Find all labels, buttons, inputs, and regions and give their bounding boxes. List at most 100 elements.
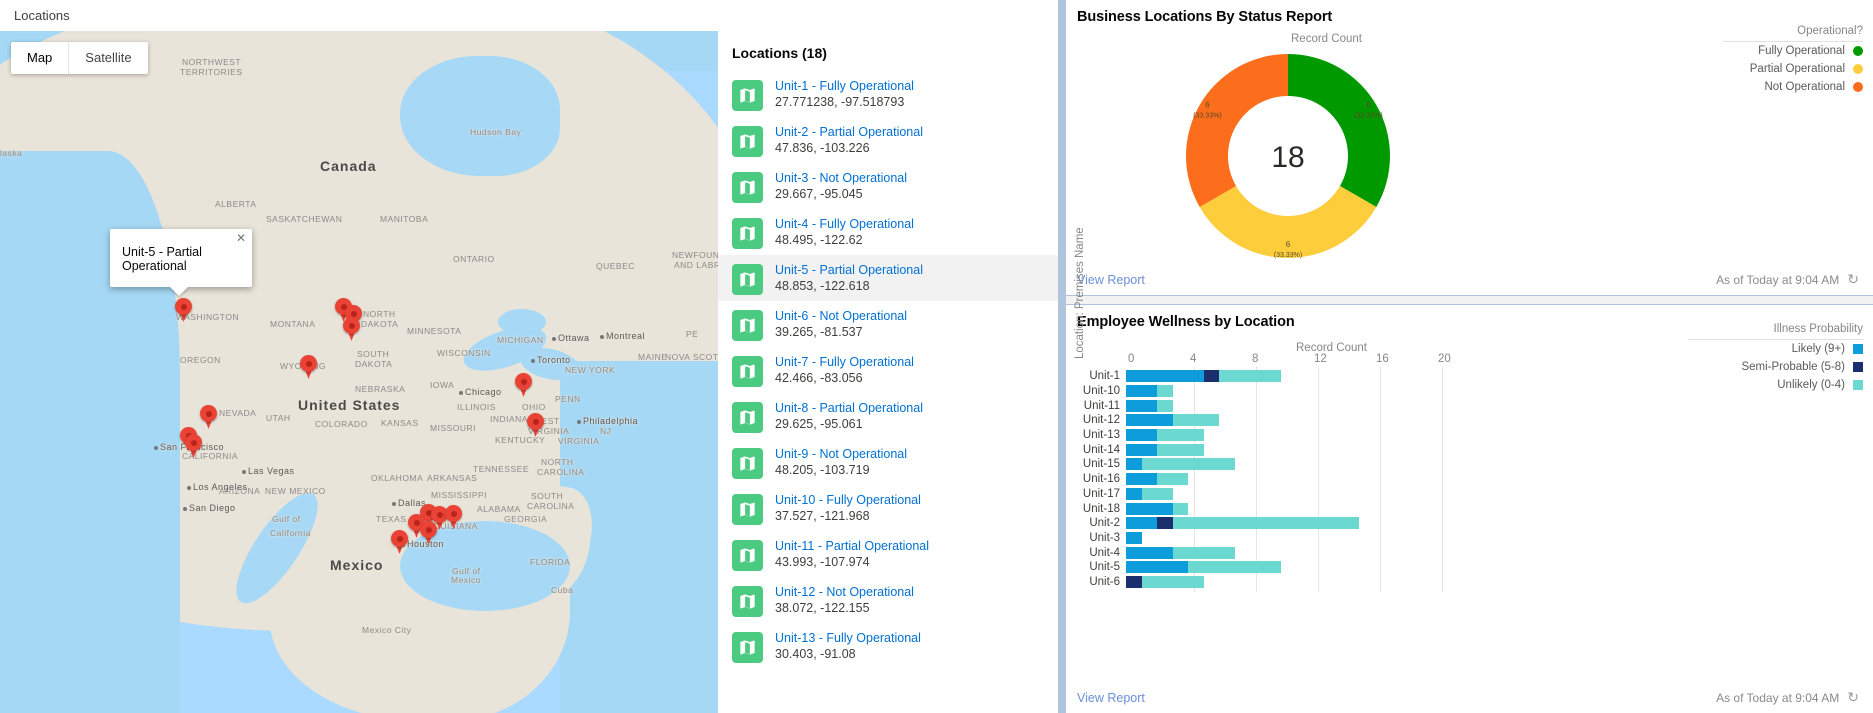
bar-row[interactable]: Unit-12 [1066, 413, 1873, 428]
bars-legend[interactable]: Illness Probability Likely (9+) Semi-Prob… [1688, 323, 1863, 394]
bar-segment[interactable] [1157, 399, 1173, 412]
bar-row[interactable]: Unit-2 [1066, 516, 1873, 531]
bar-segment[interactable] [1157, 517, 1173, 530]
location-list-item[interactable]: Unit-9 - Not Operational 48.205, -103.719 [718, 439, 1058, 485]
donut-legend-item[interactable]: Partial Operational [1723, 60, 1863, 78]
bar-segment[interactable] [1172, 546, 1235, 559]
bars-rows[interactable]: Unit-1 Unit-10 Unit-11 Unit-12 Unit-13 Unit-1… [1066, 369, 1873, 589]
bar-segment[interactable] [1126, 502, 1173, 515]
bar-segment[interactable] [1141, 458, 1235, 471]
status-donut-chart[interactable]: 6 (33.33%) 6 (33.33%) 6 (33.33%) 18 [1158, 48, 1418, 278]
bar-segment[interactable] [1126, 414, 1173, 427]
location-name-link[interactable]: Unit-2 - Partial Operational [775, 124, 923, 140]
bar-row[interactable]: Unit-18 [1066, 501, 1873, 516]
bar-row[interactable]: Unit-14 [1066, 442, 1873, 457]
view-report-link-status[interactable]: View Report [1077, 273, 1145, 287]
bar-segment[interactable] [1126, 429, 1157, 442]
refresh-icon[interactable]: ↻ [1847, 271, 1859, 288]
location-list-item[interactable]: Unit-1 - Fully Operational 27.771238, -97… [718, 71, 1058, 117]
location-list-item[interactable]: Unit-7 - Fully Operational 42.466, -83.05… [718, 347, 1058, 393]
location-list-item[interactable]: Unit-11 - Partial Operational 43.993, -10… [718, 531, 1058, 577]
close-icon[interactable]: ✕ [235, 232, 247, 244]
bar-segment[interactable] [1126, 546, 1173, 559]
location-list-item[interactable]: Unit-12 - Not Operational 38.072, -122.15… [718, 577, 1058, 623]
map-info-window[interactable]: ✕ Unit-5 - Partial Operational [110, 229, 252, 296]
map-marker-pin[interactable] [391, 530, 408, 554]
donut-legend-item[interactable]: Not Operational [1723, 78, 1863, 96]
bar-row[interactable]: Unit-6 [1066, 575, 1873, 590]
bar-segment[interactable] [1126, 531, 1142, 544]
map-marker-pin[interactable] [300, 355, 317, 379]
location-list-item[interactable]: Unit-5 - Partial Operational 48.853, -122… [718, 255, 1058, 301]
locations-list[interactable]: Locations (18) Unit-1 - Fully Operationa… [718, 31, 1058, 713]
donut-slice[interactable] [1186, 54, 1288, 207]
map-marker-pin[interactable] [175, 298, 192, 322]
location-name-link[interactable]: Unit-5 - Partial Operational [775, 262, 923, 278]
donut-legend-item[interactable]: Fully Operational [1723, 42, 1863, 60]
location-name-link[interactable]: Unit-7 - Fully Operational [775, 354, 914, 370]
bar-segment[interactable] [1157, 429, 1204, 442]
bar-segment[interactable] [1203, 370, 1219, 383]
map-marker-pin[interactable] [515, 373, 532, 397]
bar-segment[interactable] [1157, 385, 1173, 398]
map-marker-pin[interactable] [527, 413, 544, 437]
location-list-item[interactable]: Unit-8 - Partial Operational 29.625, -95.… [718, 393, 1058, 439]
bar-row[interactable]: Unit-16 [1066, 472, 1873, 487]
bar-segment[interactable] [1126, 385, 1157, 398]
bar-row[interactable]: Unit-4 [1066, 545, 1873, 560]
location-name-link[interactable]: Unit-1 - Fully Operational [775, 78, 914, 94]
map-type-satellite[interactable]: Satellite [69, 42, 147, 74]
location-list-item[interactable]: Unit-2 - Partial Operational 47.836, -103… [718, 117, 1058, 163]
location-name-link[interactable]: Unit-6 - Not Operational [775, 308, 907, 324]
bar-row[interactable]: Unit-13 [1066, 428, 1873, 443]
bars-legend-item[interactable]: Likely (9+) [1688, 340, 1863, 358]
bar-segment[interactable] [1172, 517, 1359, 530]
location-name-link[interactable]: Unit-12 - Not Operational [775, 584, 914, 600]
bar-segment[interactable] [1126, 473, 1157, 486]
map-type-switcher[interactable]: Map Satellite [11, 42, 148, 74]
bar-segment[interactable] [1126, 487, 1142, 500]
bar-segment[interactable] [1126, 443, 1157, 456]
map-marker-pin[interactable] [200, 405, 217, 429]
map-marker-pin[interactable] [445, 505, 462, 529]
location-list-item[interactable]: Unit-3 - Not Operational 29.667, -95.045 [718, 163, 1058, 209]
bar-row[interactable]: Unit-11 [1066, 398, 1873, 413]
location-list-item[interactable]: Unit-13 - Fully Operational 30.403, -91.0… [718, 623, 1058, 669]
map-canvas[interactable]: Canada United States Mexico NORTHWEST TERRIT… [0, 31, 718, 713]
bar-segment[interactable] [1188, 561, 1281, 574]
location-name-link[interactable]: Unit-10 - Fully Operational [775, 492, 921, 508]
map-marker-pin[interactable] [420, 521, 437, 545]
location-list-item[interactable]: Unit-4 - Fully Operational 48.495, -122.6… [718, 209, 1058, 255]
location-name-link[interactable]: Unit-4 - Fully Operational [775, 216, 914, 232]
bar-row[interactable]: Unit-5 [1066, 560, 1873, 575]
bar-segment[interactable] [1141, 575, 1204, 588]
locations-list-rows[interactable]: Unit-1 - Fully Operational 27.771238, -97… [718, 71, 1058, 669]
location-name-link[interactable]: Unit-3 - Not Operational [775, 170, 907, 186]
view-report-link-wellness[interactable]: View Report [1077, 691, 1145, 705]
map-marker-pin[interactable] [185, 434, 202, 458]
bar-segment[interactable] [1141, 487, 1173, 500]
bar-segment[interactable] [1157, 443, 1204, 456]
donut-legend[interactable]: Operational? Fully Operational Partial Op… [1723, 25, 1863, 96]
bars-legend-item[interactable]: Unlikely (0-4) [1688, 376, 1863, 394]
bars-legend-item[interactable]: Semi-Probable (5-8) [1688, 358, 1863, 376]
location-name-link[interactable]: Unit-11 - Partial Operational [775, 538, 929, 554]
bar-segment[interactable] [1126, 370, 1204, 383]
bar-segment[interactable] [1219, 370, 1281, 383]
bar-segment[interactable] [1157, 473, 1188, 486]
map-type-map[interactable]: Map [11, 42, 70, 74]
bar-segment[interactable] [1172, 502, 1188, 515]
donut-slice[interactable] [1288, 54, 1390, 207]
location-name-link[interactable]: Unit-8 - Partial Operational [775, 400, 923, 416]
bar-segment[interactable] [1126, 399, 1157, 412]
bar-row[interactable]: Unit-17 [1066, 487, 1873, 502]
bar-segment[interactable] [1126, 517, 1157, 530]
wellness-bar-chart[interactable]: 0 4 8 12 16 20 Unit-1 Unit-10 Unit-11 Unit-12 Uni… [1066, 353, 1873, 683]
refresh-icon[interactable]: ↻ [1847, 689, 1859, 706]
bar-segment[interactable] [1172, 414, 1219, 427]
map-marker-pin[interactable] [343, 317, 360, 341]
bar-segment[interactable] [1126, 575, 1142, 588]
bar-segment[interactable] [1126, 458, 1142, 471]
location-name-link[interactable]: Unit-13 - Fully Operational [775, 630, 921, 646]
location-list-item[interactable]: Unit-10 - Fully Operational 37.527, -121.… [718, 485, 1058, 531]
